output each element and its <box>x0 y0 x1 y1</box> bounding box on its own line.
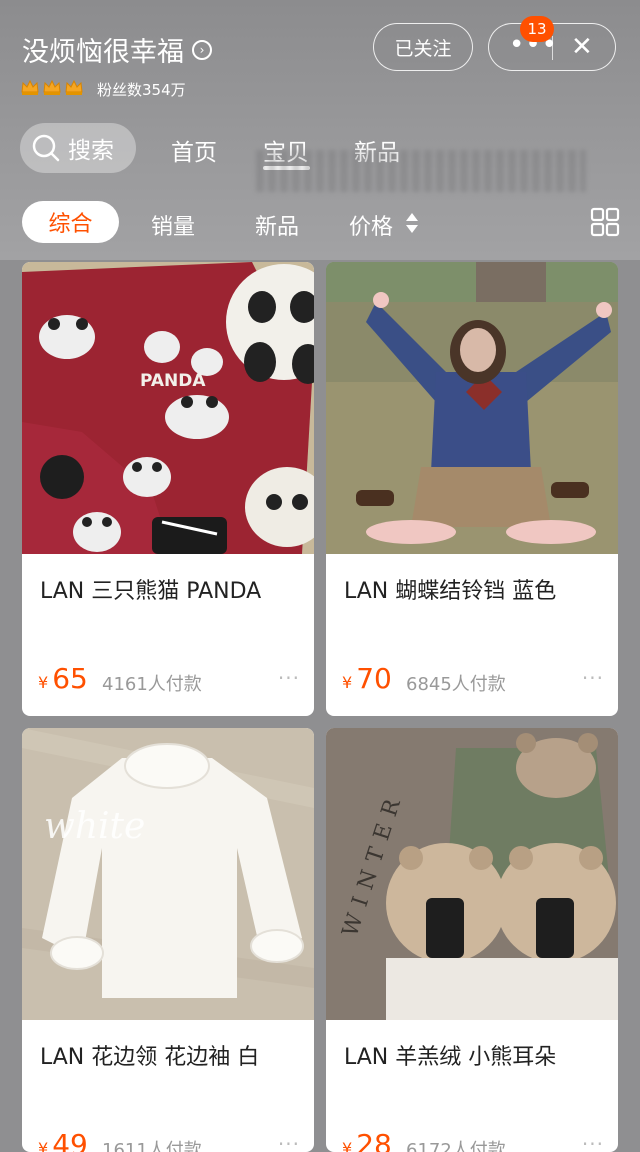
sort-new[interactable]: 新品 <box>255 209 299 241</box>
search-label: 搜索 <box>68 138 114 164</box>
more-options-icon[interactable]: ··· <box>278 666 300 690</box>
currency-symbol: ¥ <box>342 1139 353 1152</box>
crown-icon <box>21 79 39 95</box>
sort-arrows-icon <box>406 213 418 233</box>
search-button[interactable]: 搜索 <box>20 123 136 173</box>
product-image-white-sweater[interactable]: white <box>22 728 314 1020</box>
price-value: 65 <box>52 662 88 695</box>
price-value: 28 <box>356 1128 392 1152</box>
currency-symbol: ¥ <box>342 673 353 692</box>
product-card[interactable]: white LAN 花边领 花边袖 白 ¥ 49 1611人付款 ··· <box>22 728 314 1152</box>
panda-print-text: PANDA <box>140 371 206 391</box>
sales-count: 6845人付款 <box>406 674 506 695</box>
shop-name-label: 没烦恼很幸福 <box>22 37 184 68</box>
product-title[interactable]: LAN 羊羔绒 小熊耳朵 <box>344 1039 556 1071</box>
sort-sales[interactable]: 销量 <box>151 209 195 241</box>
crown-icon <box>43 79 61 95</box>
watermark: 悟空问答 <box>510 1118 609 1143</box>
product-card[interactable]: WINTER LAN 羊羔绒 小熊耳朵 ¥ 28 6172人付款 ··· <box>326 728 618 1152</box>
product-image-blue-sweater[interactable] <box>326 262 618 554</box>
sales-count: 6172人付款 <box>406 1140 506 1152</box>
shop-name[interactable]: 没烦恼很幸福 › <box>22 30 212 69</box>
currency-symbol: ¥ <box>38 1139 49 1152</box>
currency-symbol: ¥ <box>38 673 49 692</box>
search-icon <box>32 134 60 162</box>
product-card[interactable]: PANDA LAN 三只熊猫 PANDA ¥ 65 4161人付款 ··· <box>22 262 314 716</box>
product-price: ¥ 65 <box>38 662 88 695</box>
shop-rank-crowns <box>20 77 84 97</box>
more-options-icon[interactable]: ··· <box>278 1132 300 1152</box>
product-image-bear-hoodie[interactable]: WINTER <box>326 728 618 1020</box>
product-price: ¥ 70 <box>342 662 392 695</box>
fans-count: 粉丝数354万 <box>97 81 186 99</box>
grid-view-icon[interactable] <box>590 207 620 237</box>
notification-badge: 13 <box>520 16 554 42</box>
sort-price[interactable]: 价格 <box>349 209 393 241</box>
sort-comprehensive[interactable]: 综合 <box>22 201 119 243</box>
close-icon[interactable]: ✕ <box>571 32 593 62</box>
capsule-divider <box>552 36 553 60</box>
product-price: ¥ 49 <box>38 1128 88 1152</box>
product-price: ¥ 28 <box>342 1128 392 1152</box>
product-card[interactable]: LAN 蝴蝶结铃铛 蓝色 ¥ 70 6845人付款 ··· <box>326 262 618 716</box>
crown-icon <box>65 79 83 95</box>
follow-button[interactable]: 已关注 <box>373 23 473 71</box>
chevron-right-icon: › <box>192 39 212 60</box>
price-value: 70 <box>356 662 392 695</box>
product-title[interactable]: LAN 三只熊猫 PANDA <box>40 573 261 605</box>
blurred-announcement <box>256 150 586 192</box>
tab-home[interactable]: 首页 <box>171 133 217 167</box>
product-title[interactable]: LAN 花边领 花边袖 白 <box>40 1039 259 1071</box>
more-options-icon[interactable]: ··· <box>582 666 604 690</box>
price-value: 49 <box>52 1128 88 1152</box>
sales-count: 1611人付款 <box>102 1140 202 1152</box>
product-title[interactable]: LAN 蝴蝶结铃铛 蓝色 <box>344 573 556 605</box>
watermark-label: 悟空问答 <box>541 1123 609 1143</box>
white-print-text: white <box>44 806 145 847</box>
product-image-panda-sweater[interactable]: PANDA <box>22 262 314 554</box>
sales-count: 4161人付款 <box>102 674 202 695</box>
speech-bubble-icon <box>511 1120 535 1141</box>
